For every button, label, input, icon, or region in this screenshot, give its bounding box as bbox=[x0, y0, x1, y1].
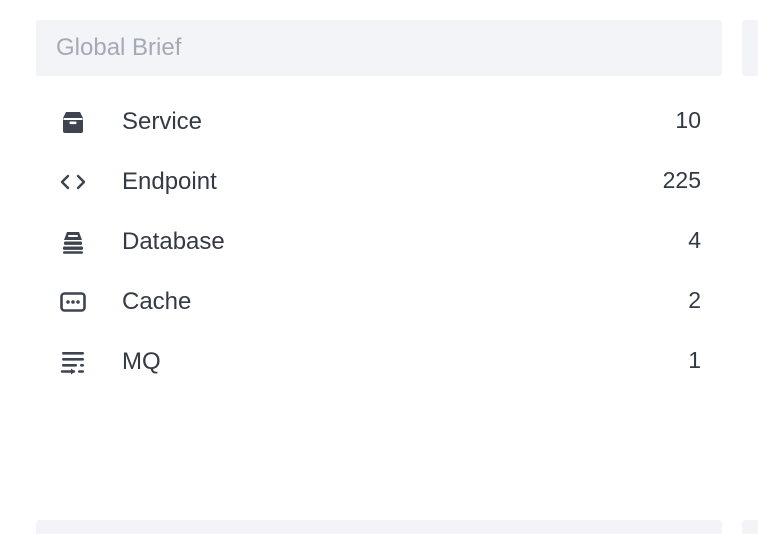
brief-count-service: 10 bbox=[675, 107, 701, 133]
adjacent-next-panel-header bbox=[742, 520, 758, 534]
brief-count-cache: 2 bbox=[688, 287, 701, 313]
brief-list: Service 10 Endpoint 225 Database 4 Cache… bbox=[36, 92, 722, 392]
brief-label-service: Service bbox=[122, 108, 203, 135]
brief-label-mq: MQ bbox=[122, 348, 161, 375]
next-panel-header bbox=[36, 520, 722, 534]
brief-row-endpoint: Endpoint 225 bbox=[36, 152, 722, 212]
service-icon bbox=[58, 107, 88, 137]
brief-count-database: 4 bbox=[688, 227, 701, 253]
brief-row-database: Database 4 bbox=[36, 212, 722, 272]
brief-row-service: Service 10 bbox=[36, 92, 722, 152]
adjacent-panel-header bbox=[742, 20, 758, 76]
cache-icon bbox=[58, 287, 88, 317]
mq-icon bbox=[58, 347, 88, 377]
brief-label-cache: Cache bbox=[122, 288, 192, 315]
brief-label-database: Database bbox=[122, 228, 225, 255]
brief-label-endpoint: Endpoint bbox=[122, 168, 217, 195]
global-brief-panel: Global Brief Service 10 Endpoint 225 Dat… bbox=[36, 20, 722, 392]
endpoint-icon bbox=[58, 167, 88, 197]
database-icon bbox=[58, 227, 88, 257]
panel-title: Global Brief bbox=[56, 34, 182, 61]
brief-row-cache: Cache 2 bbox=[36, 272, 722, 332]
brief-row-mq: MQ 1 bbox=[36, 332, 722, 392]
panel-header: Global Brief bbox=[36, 20, 722, 76]
brief-count-mq: 1 bbox=[688, 347, 701, 373]
brief-count-endpoint: 225 bbox=[662, 167, 701, 193]
